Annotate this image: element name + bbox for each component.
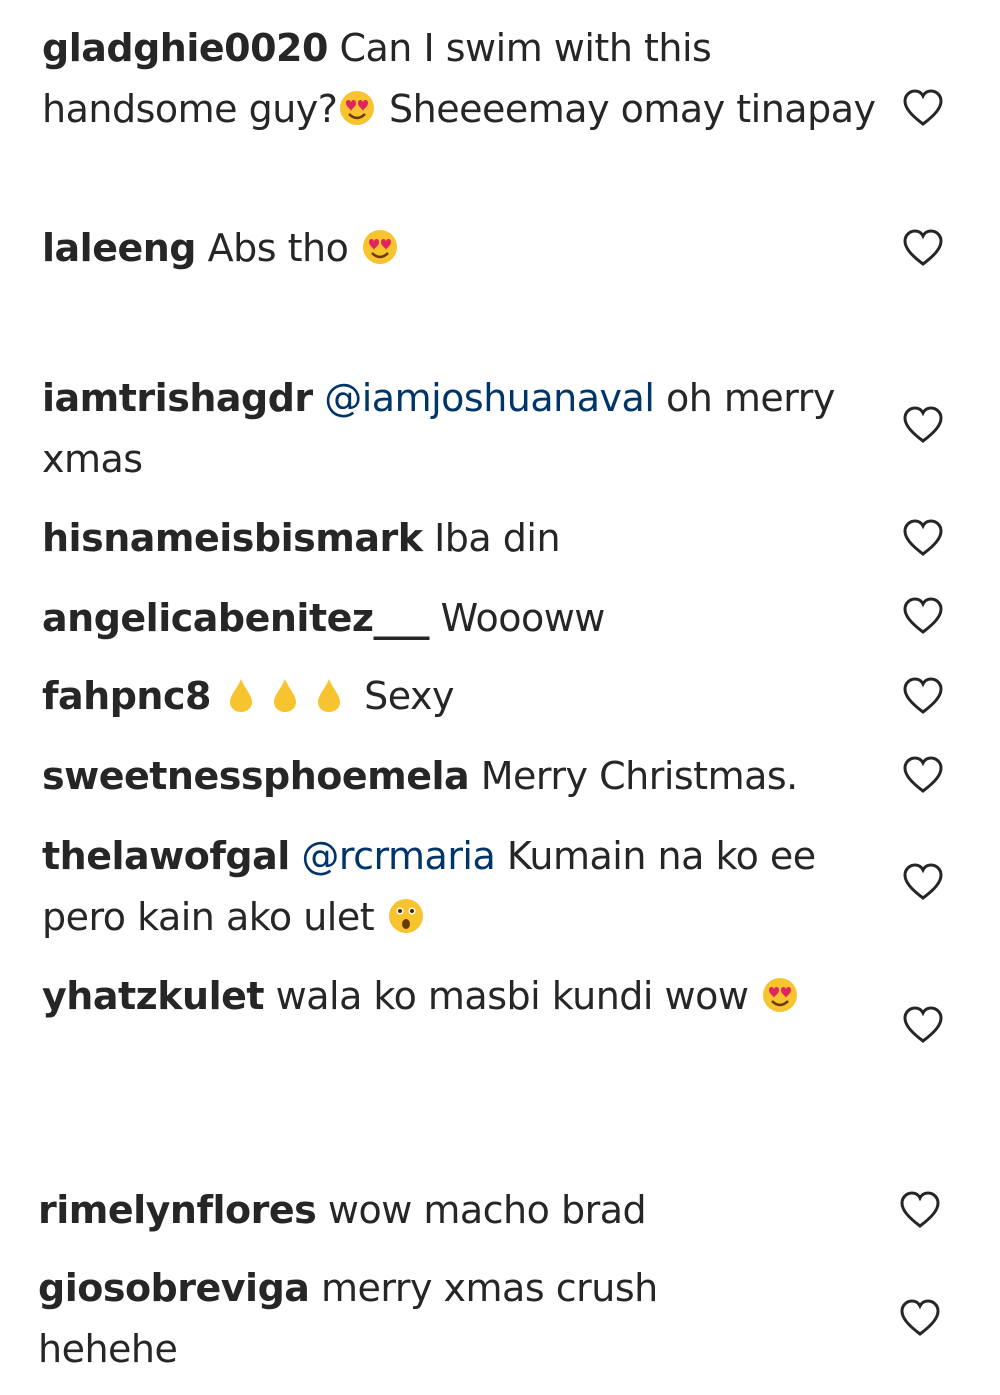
comment-username[interactable]: angelicabenitez___ <box>42 596 430 640</box>
droplets-emoji-icon <box>223 675 353 715</box>
comment-username[interactable]: laleeng <box>42 226 197 270</box>
like-heart-icon[interactable] <box>898 1190 942 1230</box>
comment-item: rimelynflores wow macho brad <box>38 1180 878 1241</box>
comment-text: Woooww <box>440 596 606 640</box>
like-heart-icon[interactable] <box>901 518 945 558</box>
heart-eyes-emoji-icon <box>337 88 377 128</box>
like-heart-icon[interactable] <box>901 862 945 902</box>
like-heart-icon[interactable] <box>901 596 945 636</box>
like-heart-icon[interactable] <box>901 676 945 716</box>
comment-item: iamtrishagdr @iamjoshuanaval oh merry xm… <box>42 368 882 490</box>
comment-mention[interactable]: @iamjoshuanaval <box>324 376 655 420</box>
comment-item: yhatzkulet wala ko masbi kundi wow <box>42 966 882 1027</box>
comment-item: giosobreviga merry xmas crush hehehe <box>38 1258 738 1380</box>
comment-username[interactable]: gladghie0020 <box>42 26 328 70</box>
comment-item: angelicabenitez___ Woooww <box>42 588 882 649</box>
like-heart-icon[interactable] <box>898 1298 942 1338</box>
comment-text: Sexy <box>352 674 454 718</box>
comment-username[interactable]: sweetnessphoemela <box>42 754 470 798</box>
comment-item: thelawofgal @rcrmaria Kumain na ko ee pe… <box>42 826 882 948</box>
comment-text: Abs tho <box>207 226 360 270</box>
comment-username[interactable]: rimelynflores <box>38 1188 317 1232</box>
heart-eyes-emoji-icon <box>360 227 400 267</box>
comment-mention[interactable]: @rcrmaria <box>301 834 495 878</box>
comment-item: hisnameisbismark Iba din <box>42 508 882 569</box>
comment-text-continued: Sheeeemay omay tinapay <box>377 87 876 131</box>
like-heart-icon[interactable] <box>901 755 945 795</box>
comment-username[interactable]: hisnameisbismark <box>42 516 423 560</box>
comment-text: Merry Christmas. <box>480 754 799 798</box>
comment-username[interactable]: iamtrishagdr <box>42 376 313 420</box>
comment-item: gladghie0020 Can I swim with this handso… <box>42 18 882 140</box>
comment-text: wala ko masbi kundi wow <box>275 974 761 1018</box>
like-heart-icon[interactable] <box>901 228 945 268</box>
comment-text: wow macho brad <box>327 1188 647 1232</box>
comment-item: laleeng Abs tho <box>42 218 882 279</box>
comment-text: Iba din <box>434 516 561 560</box>
comment-username[interactable]: thelawofgal <box>42 834 290 878</box>
comment-item: sweetnessphoemela Merry Christmas. <box>42 746 882 807</box>
like-heart-icon[interactable] <box>901 405 945 445</box>
comment-item: fahpnc8 Sexy <box>42 666 882 727</box>
astonished-face-emoji-icon <box>386 896 426 936</box>
comment-username[interactable]: yhatzkulet <box>42 974 265 1018</box>
comment-username[interactable]: fahpnc8 <box>42 674 211 718</box>
like-heart-icon[interactable] <box>901 88 945 128</box>
like-heart-icon[interactable] <box>901 1005 945 1045</box>
comment-username[interactable]: giosobreviga <box>38 1266 310 1310</box>
heart-eyes-emoji-icon <box>760 975 800 1015</box>
